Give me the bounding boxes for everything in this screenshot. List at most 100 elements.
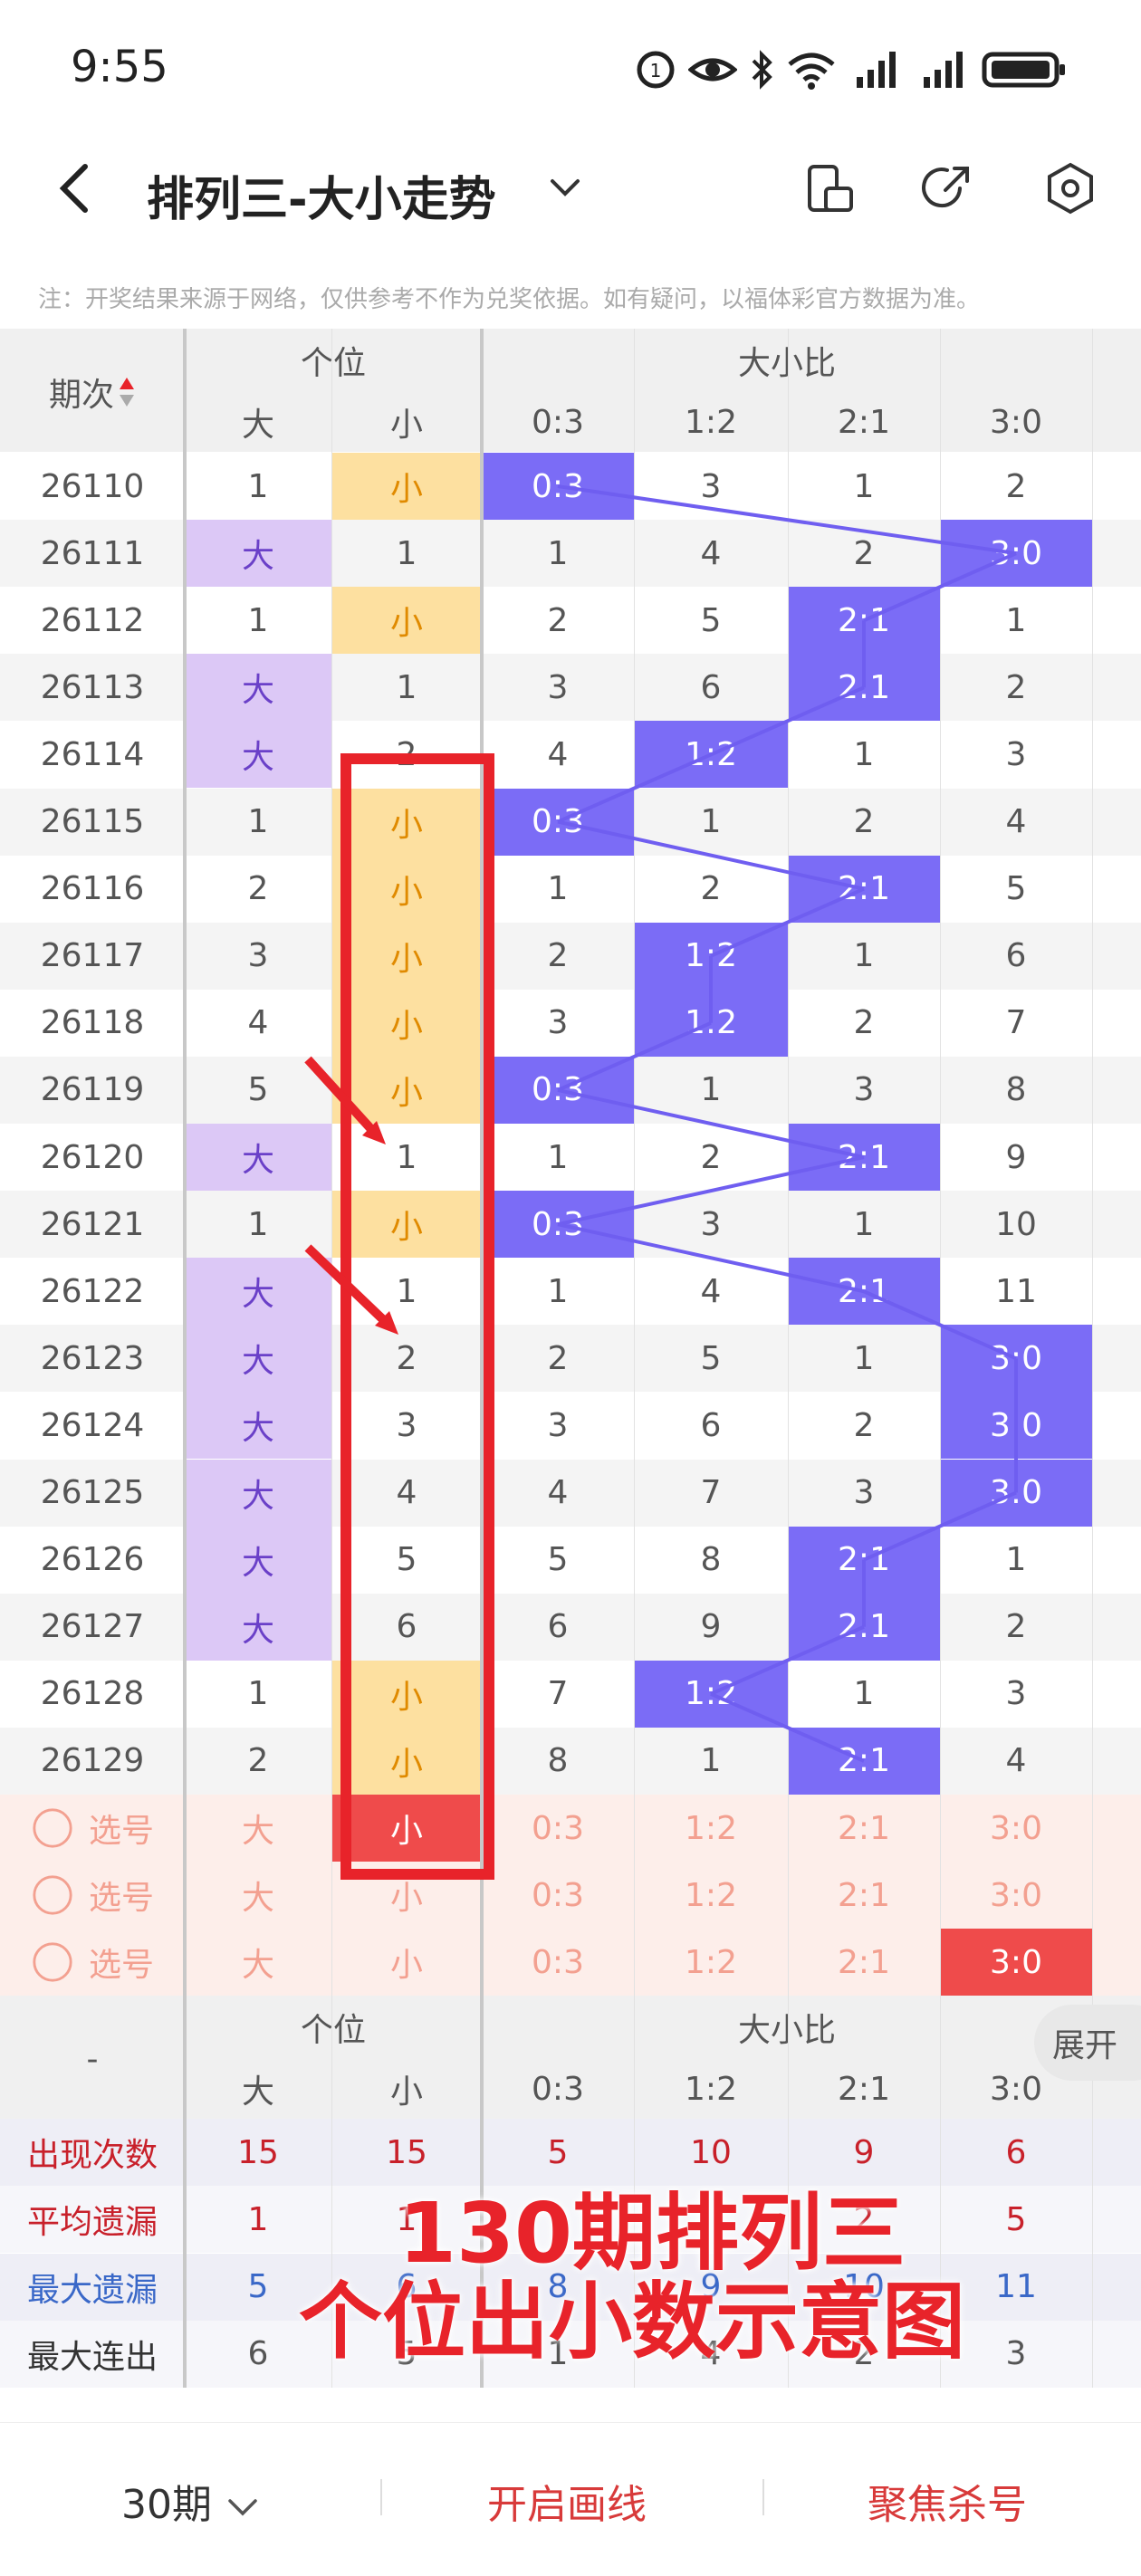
period-header[interactable]: 期次 bbox=[0, 356, 185, 428]
footer-col-header: 大 bbox=[241, 2073, 274, 2112]
cell-small: 小 bbox=[331, 453, 482, 521]
stats-label: 出现次数 bbox=[26, 2137, 158, 2175]
chevron-down-icon[interactable] bbox=[549, 172, 581, 205]
signal-icon bbox=[924, 52, 963, 88]
select-ratio[interactable]: 2:1 bbox=[788, 1862, 940, 1929]
select-ratio[interactable]: 1:2 bbox=[634, 1862, 788, 1929]
signal-icon bbox=[857, 52, 896, 88]
cell-ratio: 7 bbox=[700, 1474, 722, 1512]
cell-ratio: 3 bbox=[853, 1071, 875, 1109]
select-ratio[interactable]: 1:2 bbox=[634, 1929, 788, 1996]
select-ratio[interactable]: 2:1 bbox=[788, 1929, 940, 1996]
disclaimer-notice: 注：开奖结果来源于网络，仅供参考不作为兑奖依据。如有疑问，以福体彩官方数据为准。 bbox=[38, 286, 981, 313]
cell-ratio: 0:3 bbox=[482, 1191, 634, 1259]
stats-label: 平均遗漏 bbox=[26, 2204, 158, 2242]
battery-icon bbox=[982, 52, 1065, 88]
cell-ratio: 8 bbox=[700, 1541, 722, 1579]
select-label: 选号 bbox=[88, 1880, 154, 1918]
column-divider bbox=[940, 329, 941, 2388]
select-ratio[interactable]: 0:3 bbox=[482, 1929, 634, 1996]
status-time: 9:55 bbox=[71, 42, 168, 92]
period-cell: 26123 bbox=[40, 1339, 145, 1377]
cell-ratio: 2:1 bbox=[788, 1727, 940, 1795]
select-big[interactable]: 大 bbox=[185, 1862, 331, 1929]
select-small[interactable]: 小 bbox=[331, 1929, 482, 1996]
select-row-label[interactable]: 选号 bbox=[0, 1795, 185, 1862]
col-header-ratio-2-1: 2:1 bbox=[838, 403, 890, 441]
cell-ratio: 6 bbox=[700, 668, 722, 706]
cell-ratio: 2 bbox=[547, 1339, 569, 1377]
radio-circle-icon[interactable] bbox=[31, 1940, 74, 1984]
cell-ratio: 1 bbox=[1005, 601, 1027, 639]
status-bar: 9:55 1 bbox=[0, 0, 1141, 136]
cell-small: 1 bbox=[396, 534, 417, 572]
cell-ratio: 2 bbox=[853, 534, 875, 572]
cell-ratio: 2:1 bbox=[788, 587, 940, 655]
annotation-arrows bbox=[304, 1056, 398, 1335]
select-ratio[interactable]: 0:3 bbox=[482, 1862, 634, 1929]
column-divider bbox=[634, 329, 635, 2388]
cell-big: 大 bbox=[185, 721, 331, 789]
col-header-big: 大 bbox=[241, 407, 274, 444]
cell-big: 大 bbox=[185, 1526, 331, 1594]
cell-ratio: 2:1 bbox=[788, 1593, 940, 1661]
cell-ratio: 0:3 bbox=[482, 453, 634, 521]
chevron-down-icon bbox=[228, 2499, 257, 2516]
page-title[interactable]: 排列三-大小走势 bbox=[147, 161, 496, 229]
select-ratio[interactable]: 3:0 bbox=[940, 1795, 1092, 1862]
cell-ratio: 4 bbox=[1005, 803, 1027, 841]
cell-big: 1 bbox=[247, 1675, 269, 1713]
annotation-caption-line2: 个位出小数示意图 bbox=[299, 2274, 966, 2370]
period-selector-label: 30期 bbox=[121, 2482, 212, 2528]
cell-ratio: 3:0 bbox=[940, 1459, 1092, 1527]
cell-ratio: 2 bbox=[547, 937, 569, 975]
footer-group-units: 个位 bbox=[300, 2012, 366, 2050]
select-ratio[interactable]: 3:0 bbox=[940, 1862, 1092, 1929]
period-cell: 26128 bbox=[40, 1675, 145, 1713]
cell-small: 1 bbox=[396, 668, 417, 706]
cell-ratio: 1 bbox=[547, 1272, 569, 1310]
select-ratio[interactable]: 0:3 bbox=[482, 1795, 634, 1862]
select-row-label[interactable]: 选号 bbox=[0, 1862, 185, 1929]
select-big[interactable]: 大 bbox=[185, 1795, 331, 1862]
radio-circle-icon[interactable] bbox=[31, 1806, 74, 1850]
period-header-label: 期次 bbox=[48, 377, 114, 414]
period-cell: 26122 bbox=[40, 1272, 145, 1310]
period-cell: 26127 bbox=[40, 1608, 145, 1646]
period-selector[interactable]: 30期 bbox=[121, 2472, 261, 2530]
col-header-ratio-0-3: 0:3 bbox=[532, 403, 584, 441]
select-big[interactable]: 大 bbox=[185, 1929, 331, 1996]
stats-label: 最大连出 bbox=[26, 2338, 158, 2376]
draw-lines-button[interactable]: 开启画线 bbox=[487, 2472, 647, 2530]
cell-ratio: 1 bbox=[853, 735, 875, 773]
cell-ratio: 7 bbox=[547, 1675, 569, 1713]
cell-ratio: 2 bbox=[1005, 668, 1027, 706]
cell-ratio: 2 bbox=[853, 1004, 875, 1042]
cell-ratio: 3 bbox=[1005, 1675, 1027, 1713]
cell-ratio: 0:3 bbox=[482, 1056, 634, 1124]
cell-ratio: 6 bbox=[700, 1406, 722, 1444]
cell-ratio: 2:1 bbox=[788, 855, 940, 923]
expand-button[interactable]: 展开 bbox=[1034, 2005, 1141, 2081]
focus-kill-button[interactable]: 聚焦杀号 bbox=[868, 2472, 1027, 2530]
back-icon[interactable] bbox=[53, 161, 98, 215]
cell-ratio: 5 bbox=[547, 1541, 569, 1579]
cell-ratio: 2 bbox=[853, 1406, 875, 1444]
radio-circle-icon[interactable] bbox=[31, 1873, 74, 1917]
cell-ratio: 2 bbox=[700, 870, 722, 908]
cell-ratio: 1:2 bbox=[634, 922, 788, 990]
settings-hex-icon[interactable] bbox=[1043, 161, 1098, 215]
select-ratio[interactable]: 2:1 bbox=[788, 1795, 940, 1862]
cell-ratio: 7 bbox=[1005, 1004, 1027, 1042]
select-row-label[interactable]: 选号 bbox=[0, 1929, 185, 1996]
period-cell: 26113 bbox=[40, 668, 145, 706]
cell-ratio: 1 bbox=[547, 534, 569, 572]
period-cell: 26125 bbox=[40, 1474, 145, 1512]
cell-ratio: 3:0 bbox=[940, 1325, 1092, 1393]
col-header-ratio-1-2: 1:2 bbox=[685, 403, 737, 441]
share-icon[interactable] bbox=[920, 161, 974, 215]
select-ratio[interactable]: 3:0 bbox=[940, 1929, 1092, 1997]
select-ratio[interactable]: 1:2 bbox=[634, 1795, 788, 1862]
phone-rotate-icon[interactable] bbox=[802, 161, 857, 215]
cell-ratio: 2:1 bbox=[788, 1258, 940, 1326]
